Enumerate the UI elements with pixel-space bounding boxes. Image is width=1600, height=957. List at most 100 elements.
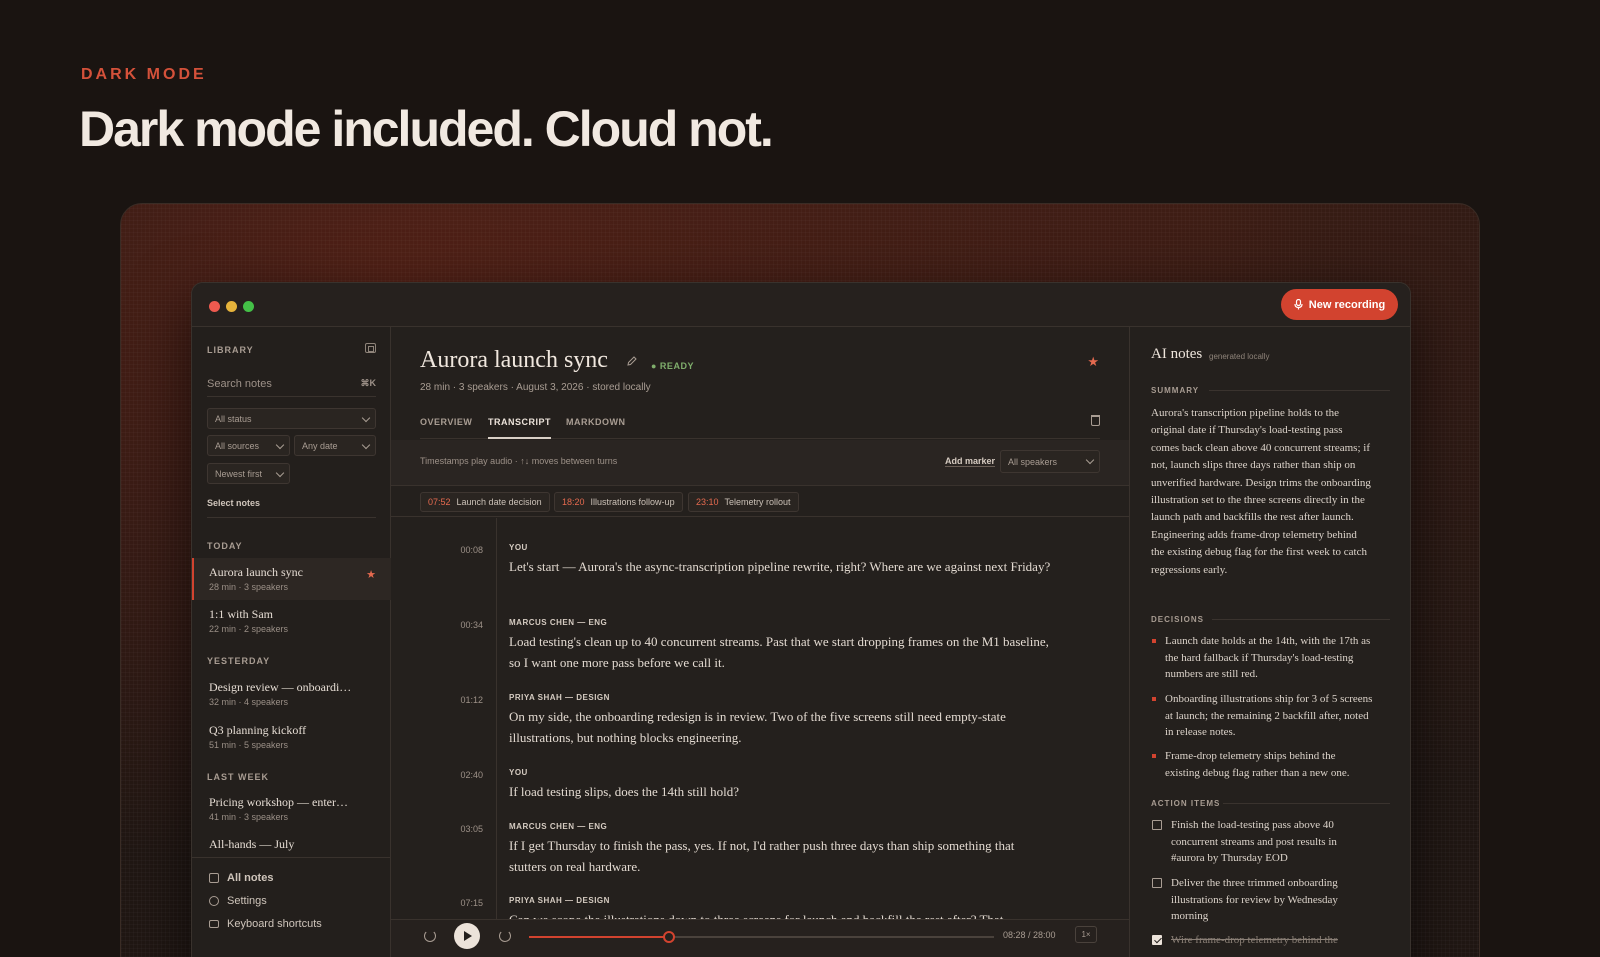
- divider: [496, 518, 497, 919]
- action-text: Finish the load-testing pass above 40 co…: [1171, 819, 1337, 864]
- sidebar: LIBRARY Search notes ⌘K All status All s…: [192, 327, 391, 957]
- marker-chip[interactable]: 18:20 Illustrations follow-up: [554, 492, 683, 512]
- turn-speaker: YOU: [509, 543, 528, 552]
- action-item[interactable]: Finish the load-testing pass above 40 co…: [1151, 817, 1373, 867]
- turn-text: Let's start — Aurora's the async-transcr…: [509, 559, 1051, 574]
- note-title: All-hands — July: [209, 837, 295, 851]
- marker-chip[interactable]: 23:10 Telemetry rollout: [688, 492, 799, 512]
- turn-timestamp[interactable]: 02:40: [391, 770, 483, 780]
- sources-filter-select[interactable]: All sources: [207, 435, 290, 456]
- marker-time: 23:10: [696, 497, 719, 507]
- marker-label: Telemetry rollout: [724, 497, 791, 507]
- marker-chip[interactable]: 07:52 Launch date decision: [420, 492, 550, 512]
- playback-rate-button[interactable]: 1×: [1075, 926, 1097, 943]
- summary-text: Aurora's transcription pipeline holds to…: [1151, 407, 1371, 576]
- note-item-all-hands[interactable]: All-hands — July: [192, 837, 391, 852]
- ai-notes-subtitle: generated locally: [1209, 352, 1270, 361]
- library-heading: LIBRARY: [207, 345, 254, 355]
- divider: [207, 517, 376, 518]
- turn-timestamp[interactable]: 00:08: [391, 545, 483, 555]
- group-label-yesterday: YESTERDAY: [207, 656, 271, 666]
- playback-time: 08:28 / 28:00: [1003, 930, 1056, 940]
- turn-timestamp[interactable]: 07:15: [391, 898, 483, 908]
- add-marker-button[interactable]: Add marker: [944, 456, 995, 467]
- summary-heading: SUMMARY: [1151, 386, 1200, 395]
- document-title: Aurora launch sync: [420, 347, 608, 373]
- decision-item: Onboarding illustrations ship for 3 of 5…: [1151, 691, 1373, 741]
- document-meta: 28 min · 3 speakers · August 3, 2026 · s…: [420, 382, 651, 393]
- action-checkbox[interactable]: [1152, 878, 1162, 888]
- divider: [1223, 803, 1390, 804]
- tab-transcript[interactable]: TRANSCRIPT: [488, 417, 551, 439]
- turn-timestamp[interactable]: 00:34: [391, 620, 483, 630]
- link-label: Settings: [227, 895, 267, 907]
- decision-item: Frame-drop telemetry ships behind the ex…: [1151, 748, 1373, 781]
- action-item[interactable]: Wire frame-drop telemetry behind the: [1151, 932, 1373, 949]
- note-item-design-review[interactable]: Design review — onboardi… 32 min · 4 spe…: [192, 680, 391, 707]
- markers-row: 07:52 Launch date decision 18:20 Illustr…: [391, 487, 1129, 517]
- transcript: 00:08 YOU Let's start — Aurora's the asy…: [391, 518, 1129, 919]
- forward-icon[interactable]: [499, 930, 511, 942]
- turn-text: If I get Thursday to finish the pass, ye…: [509, 838, 1015, 874]
- note-item-aurora[interactable]: Aurora launch sync 28 min · 3 speakers ★: [192, 558, 391, 600]
- turn-speaker: YOU: [509, 768, 528, 777]
- star-icon[interactable]: ★: [366, 568, 376, 581]
- turn-speaker: PRIYA SHAH — DESIGN: [509, 896, 610, 905]
- settings-link[interactable]: Settings: [209, 895, 267, 907]
- close-window-button[interactable]: [209, 301, 220, 312]
- scrubber-handle[interactable]: [662, 931, 675, 943]
- screenshot-stage: New recording LIBRARY Search notes ⌘K Al…: [120, 203, 1480, 957]
- rewind-icon[interactable]: [424, 930, 436, 942]
- turn-timestamp[interactable]: 03:05: [391, 824, 483, 834]
- action-text: Deliver the three trimmed onboarding ill…: [1171, 877, 1338, 922]
- marker-time: 18:20: [562, 497, 585, 507]
- turn-text: Load testing's clean up to 40 concurrent…: [509, 634, 1049, 670]
- search-input[interactable]: Search notes ⌘K: [207, 371, 376, 397]
- note-item-sam[interactable]: 1:1 with Sam 22 min · 2 speakers: [192, 607, 391, 634]
- marker-time: 07:52: [428, 497, 451, 507]
- turn-speaker: MARCUS CHEN — ENG: [509, 618, 608, 627]
- pencil-icon[interactable]: [626, 355, 638, 367]
- group-label-today: TODAY: [207, 541, 243, 551]
- action-items-heading: ACTION ITEMS: [1151, 799, 1221, 808]
- hero-title: Dark mode included. Cloud not.: [79, 101, 774, 157]
- divider: [1212, 619, 1390, 620]
- speaker-filter-select[interactable]: All speakers: [1000, 450, 1100, 473]
- sort-select[interactable]: Newest first: [207, 463, 290, 484]
- turn-text: If load testing slips, does the 14th sti…: [509, 784, 740, 799]
- turn-text: On my side, the onboarding redesign is i…: [509, 709, 1006, 745]
- star-icon[interactable]: ★: [1087, 354, 1099, 370]
- note-meta: 22 min · 2 speakers: [209, 624, 289, 634]
- zoom-window-button[interactable]: [243, 301, 254, 312]
- note-item-q3-planning[interactable]: Q3 planning kickoff 51 min · 5 speakers: [192, 723, 391, 750]
- all-notes-link[interactable]: All notes: [209, 872, 273, 884]
- action-checkbox[interactable]: [1152, 935, 1162, 945]
- date-filter-select[interactable]: Any date: [294, 435, 376, 456]
- search-placeholder: Search notes: [207, 377, 272, 390]
- main-pane: Aurora launch sync ● READY 28 min · 3 sp…: [391, 327, 1129, 957]
- note-item-pricing-workshop[interactable]: Pricing workshop — enter… 41 min · 3 spe…: [192, 795, 391, 822]
- tab-bar: OVERVIEW TRANSCRIPT MARKDOWN: [420, 415, 1100, 439]
- playback-scrubber[interactable]: [529, 931, 994, 943]
- turn-timestamp[interactable]: 01:12: [391, 695, 483, 705]
- note-title: Q3 planning kickoff: [209, 723, 307, 737]
- sidebar-toggle-icon[interactable]: [365, 343, 376, 353]
- new-recording-button[interactable]: New recording: [1281, 289, 1398, 320]
- play-button[interactable]: [454, 923, 480, 949]
- note-title: 1:1 with Sam: [209, 607, 274, 621]
- action-item[interactable]: Deliver the three trimmed onboarding ill…: [1151, 875, 1373, 925]
- action-checkbox[interactable]: [1152, 820, 1162, 830]
- minimize-window-button[interactable]: [226, 301, 237, 312]
- search-shortcut: ⌘K: [360, 378, 377, 388]
- keyboard-shortcuts-link[interactable]: Keyboard shortcuts: [209, 918, 322, 930]
- tab-overview[interactable]: OVERVIEW: [420, 417, 472, 439]
- note-title: Design review — onboardi…: [209, 680, 352, 694]
- note-meta: 28 min · 3 speakers: [209, 582, 289, 592]
- trash-icon[interactable]: [1091, 415, 1100, 426]
- file-icon: [209, 873, 219, 883]
- playback-progress: [529, 936, 669, 938]
- select-notes-button[interactable]: Select notes: [207, 498, 260, 508]
- marker-label: Illustrations follow-up: [590, 497, 675, 507]
- tab-markdown[interactable]: MARKDOWN: [566, 417, 626, 439]
- status-filter-select[interactable]: All status: [207, 408, 376, 429]
